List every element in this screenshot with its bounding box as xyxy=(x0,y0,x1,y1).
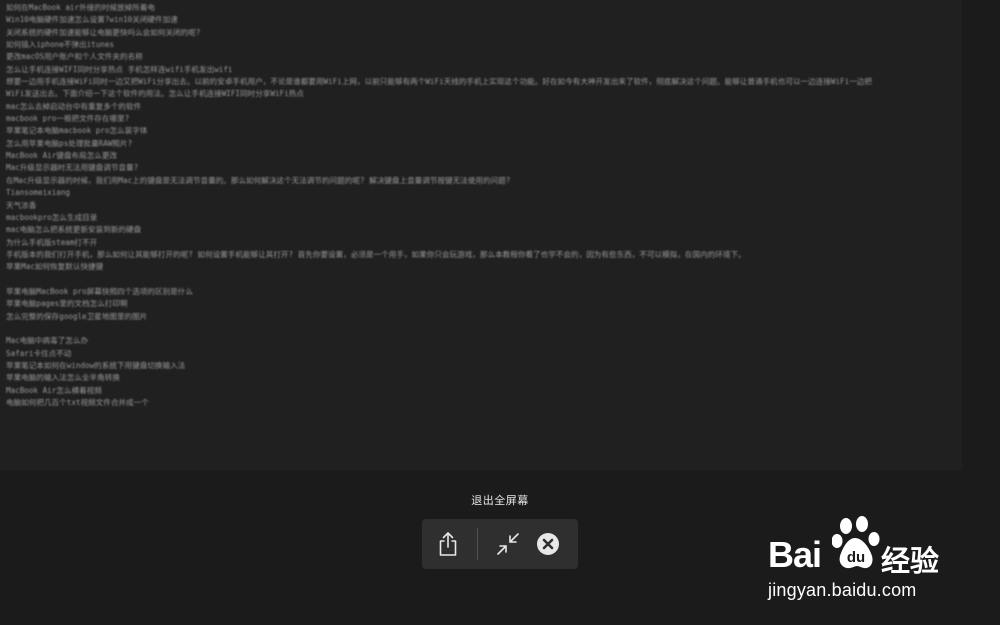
document-line: 苹果电脑MacBook pro屏幕快照四个选项的区别是什么 xyxy=(6,286,193,296)
document-line: Mac电脑中病毒了怎么办 xyxy=(6,336,89,346)
exit-fullscreen-label: 退出全屏幕 xyxy=(471,494,529,507)
document-line: 苹果Mac如何恢复默认快捷键 xyxy=(6,262,104,272)
document-line: 关闭系统的硬件加速能够让电脑更快吗么会如何关闭的呢? xyxy=(6,27,201,37)
fullscreen-toolbar xyxy=(422,519,578,569)
document-line: Win10电脑硬件加速怎么设置?win10关闭硬件加速 xyxy=(6,15,178,25)
document-line: 怎么完整的保存google卫星地图里的图片 xyxy=(6,311,148,321)
watermark-url: jingyan.baidu.com xyxy=(768,580,917,600)
document-line: Mac升级显示器时无法用键盘调节音量? xyxy=(6,163,139,173)
document-line: 手机版本的我们打开手机，那么如何让其能够打开的呢? 如何设置手机能够让其打开? … xyxy=(6,249,746,259)
document-line: 苹果笔记本如何在window的系统下用键盘切换输入法 xyxy=(6,360,186,370)
baidu-brand: Bai xyxy=(768,534,822,575)
document-line: 如何在MacBook air外接的时候放掉所着电 xyxy=(6,3,156,12)
document-line: macbook pro一根把文件存在哪里? xyxy=(6,114,130,124)
document-line: 更改macOS用户账户和个人文件夹的名称 xyxy=(6,52,143,62)
document-line: Tiansomeixiang xyxy=(6,188,71,198)
document-line: 天气浓香 xyxy=(6,200,37,210)
document-line: MacBook Air键盘布局怎么更改 xyxy=(6,151,118,161)
collapse-arrows-icon xyxy=(497,533,519,555)
document-line: 电脑如何把几百个txt视频文件合并成一个 xyxy=(6,398,149,407)
share-icon xyxy=(439,532,457,556)
close-icon xyxy=(537,533,559,555)
document-preview: 如何在MacBook air外接的时候放掉所着电 Win10电脑硬件加速怎么设置?… xyxy=(0,0,962,470)
document-line: macbookpro怎么生成目录 xyxy=(6,212,98,222)
document-line: 苹果电脑的输入法怎么全半角转换 xyxy=(6,373,120,383)
document-line: 为什么手机版steam打不开 xyxy=(6,237,98,247)
document-line: mac电脑怎么把系统更新安装到新的硬盘 xyxy=(6,225,142,235)
document-text: 如何在MacBook air外接的时候放掉所着电 Win10电脑硬件加速怎么设置?… xyxy=(6,2,962,409)
document-line: 想要一边用手机连接WiFi同时一边又把WiFi分享出去。以前的安卓手机用户，不论… xyxy=(6,77,872,87)
document-line: 在Mac升级显示器的时候，我们用Mac上的键盘是无法调节音量的。那么如何解决这个… xyxy=(6,175,511,185)
jingyan-brand: 经验 xyxy=(881,544,940,578)
document-line: 苹果笔记本电脑macbook pro怎么装字体 xyxy=(6,126,148,136)
share-button[interactable] xyxy=(422,519,474,569)
document-line: Safari卡住点不动 xyxy=(6,348,72,358)
document-line: MacBook Air怎么横着视频 xyxy=(6,385,102,395)
document-line: WiFi发送出去。下面介绍一下这个软件的用法。怎么让手机连接WIFI同时分享Wi… xyxy=(6,89,304,99)
document-line: 怎么用苹果电脑ps处理批量RAW照片? xyxy=(6,138,133,148)
document-line: 如何插入iphone不弹出itunes xyxy=(6,40,115,50)
close-button[interactable] xyxy=(522,519,574,569)
document-line: mac怎么去掉启动台中有重复多个的软件 xyxy=(6,101,142,111)
toolbar-divider xyxy=(477,528,478,560)
document-line: 苹果电脑pages里的文档怎么打印啊 xyxy=(6,299,128,309)
document-line: 怎么让手机连接WIFI同时分享热点 手机怎样连wifi手机发出wifi xyxy=(6,64,233,74)
baidu-jingyan-watermark: du Bai 经验 jingyan.baidu.com xyxy=(764,516,964,606)
